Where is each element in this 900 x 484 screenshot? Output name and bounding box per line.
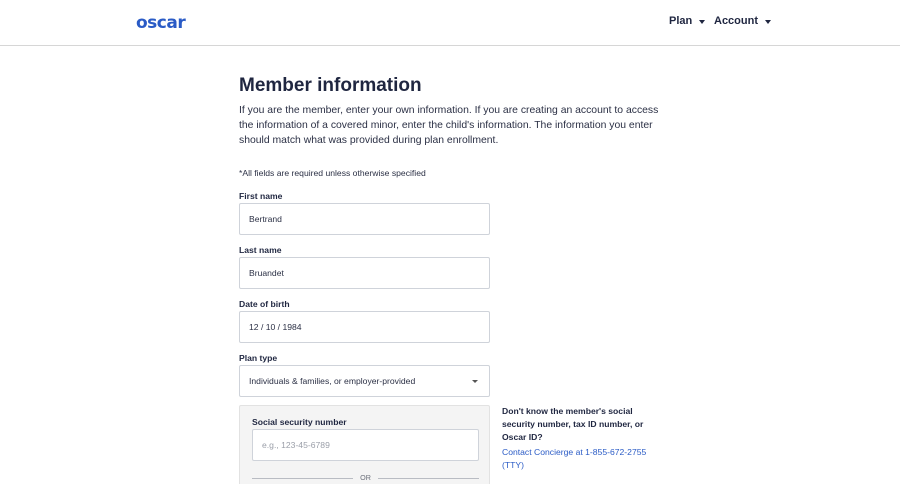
page-title: Member information: [239, 75, 422, 96]
date-of-birth-label: Date of birth: [239, 299, 290, 309]
plan-type-label: Plan type: [239, 353, 278, 363]
intro-text: If you are the member, enter your own in…: [239, 105, 659, 147]
last-name-value: Bruandet: [249, 268, 284, 278]
first-name-input[interactable]: Bertrand: [239, 203, 490, 235]
ssn-help: Don't know the member's social security …: [502, 405, 662, 472]
help-question: Don't know the member's social security …: [502, 406, 644, 442]
last-name-label: Last name: [239, 245, 282, 255]
plan-type-select[interactable]: Individuals & families, or employer-prov…: [239, 365, 490, 397]
chevron-down-icon: [699, 19, 706, 24]
nav-plan-menu[interactable]: Plan: [669, 15, 706, 27]
last-name-input[interactable]: Bruandet: [239, 257, 490, 289]
first-name-label: First name: [239, 191, 283, 201]
nav-account-label: Account: [714, 15, 758, 27]
chevron-down-icon: [472, 380, 478, 383]
nav-account-menu[interactable]: Account: [714, 15, 771, 27]
top-navigation-bar: oscar Plan Account: [0, 0, 900, 46]
chevron-down-icon: [765, 19, 771, 24]
or-divider: OR: [252, 473, 479, 483]
plan-type-value: Individuals & families, or employer-prov…: [249, 376, 416, 386]
ssn-panel: Social security number e.g., 123-45-6789…: [239, 405, 490, 484]
first-name-value: Bertrand: [249, 214, 282, 224]
ssn-placeholder: e.g., 123-45-6789: [262, 440, 330, 450]
date-of-birth-value: 12 / 10 / 1984: [249, 322, 302, 332]
contact-concierge-link[interactable]: Contact Concierge at 1-855-672-2755 (TTY…: [502, 446, 662, 472]
date-of-birth-input[interactable]: 12 / 10 / 1984: [239, 311, 490, 343]
ssn-label: Social security number: [252, 417, 347, 427]
nav-plan-label: Plan: [669, 15, 693, 27]
divider-line: [378, 478, 479, 479]
oscar-logo[interactable]: oscar: [136, 13, 186, 33]
required-fields-note: *All fields are required unless otherwis…: [239, 168, 426, 178]
ssn-input[interactable]: e.g., 123-45-6789: [252, 429, 479, 461]
